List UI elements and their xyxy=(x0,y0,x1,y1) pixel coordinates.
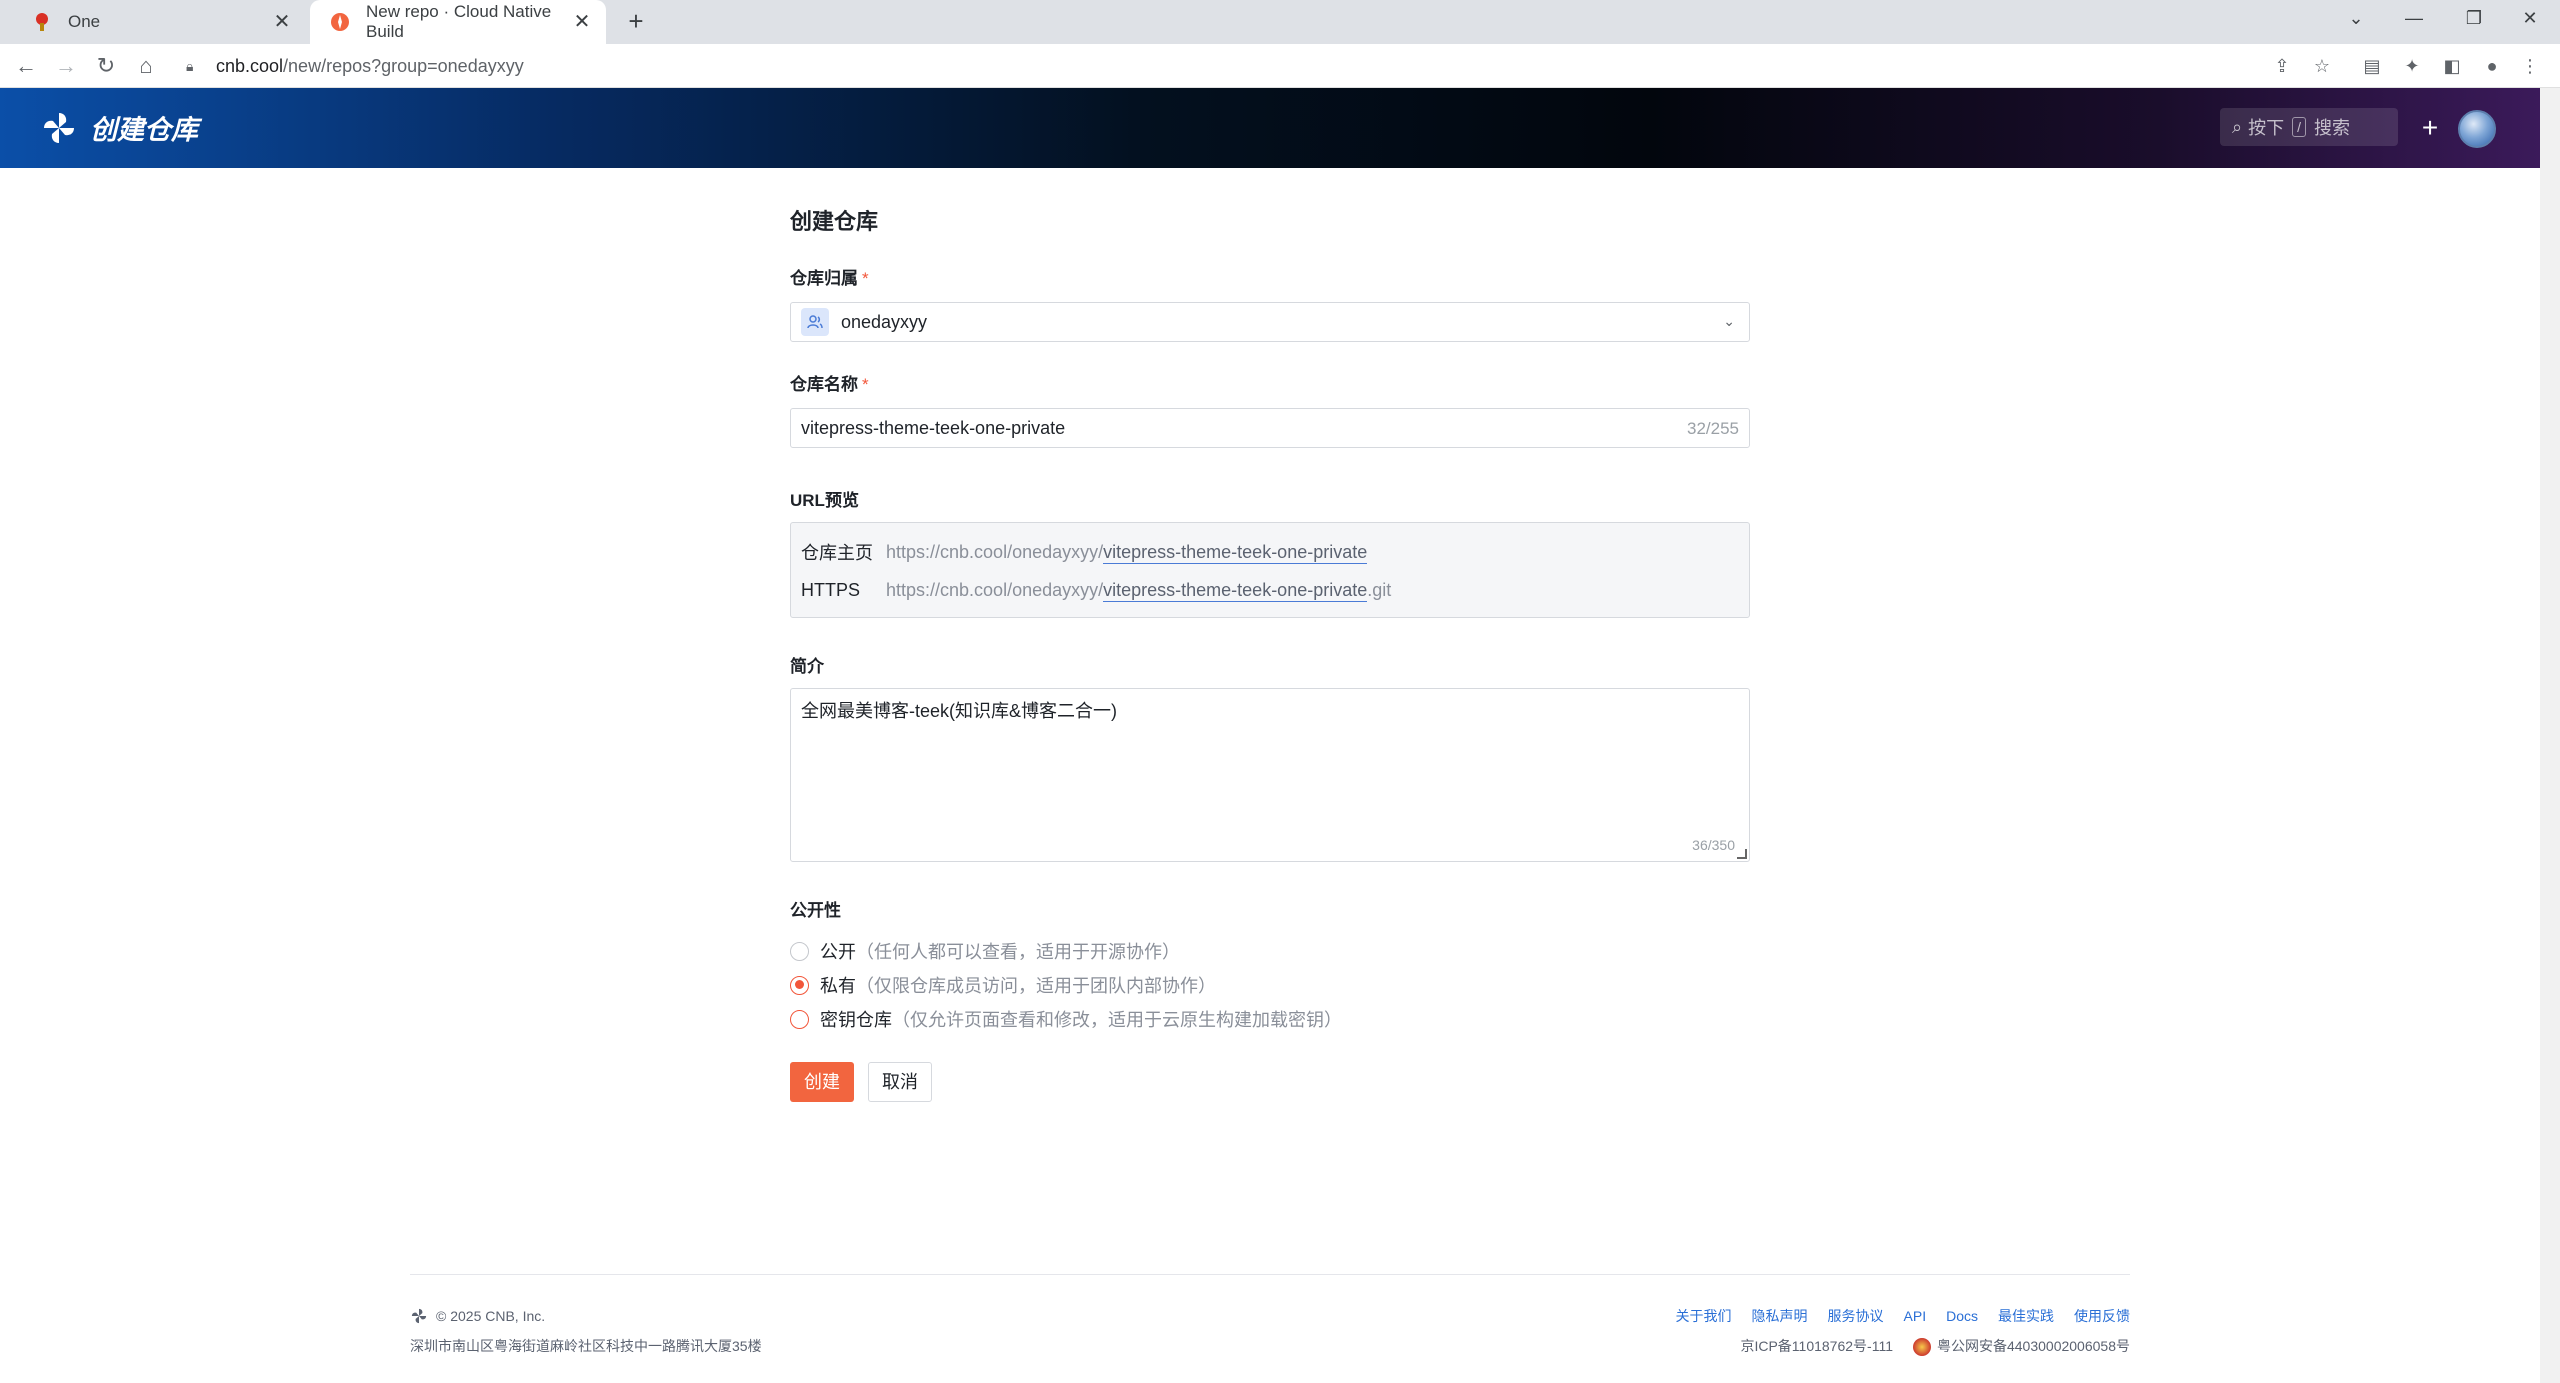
footer-link-terms[interactable]: 服务协议 xyxy=(1828,1306,1884,1326)
preview-git-ext: .git xyxy=(1367,579,1392,600)
resize-handle-icon[interactable] xyxy=(1737,849,1747,859)
bookmark-star-icon[interactable]: ☆ xyxy=(2310,54,2334,78)
footer-copyright: © 2025 CNB, Inc. xyxy=(436,1308,546,1324)
preview-base-url: https://cnb.cool/onedayxyy/ xyxy=(886,541,1104,562)
site-logo[interactable]: 创建仓库 xyxy=(40,108,198,147)
tab-close-icon[interactable]: ✕ xyxy=(570,10,594,34)
browser-menu-icon[interactable]: ⋮ xyxy=(2518,54,2542,78)
owner-value: onedayxyy xyxy=(841,311,928,332)
radio-icon[interactable] xyxy=(790,1009,809,1029)
preview-base-url: https://cnb.cool/onedayxyy/ xyxy=(886,579,1104,600)
footer-license: 京ICP备11018762号-111 粤公网安备44030002006058号 xyxy=(1676,1336,2130,1357)
description-value: 全网最美博客-teek(知识库&博客二合一) xyxy=(801,701,1118,721)
footer-right: 关于我们 隐私声明 服务协议 API Docs 最佳实践 使用反馈 京ICP备1… xyxy=(1676,1306,2130,1357)
page-title: 创建仓库 xyxy=(790,209,879,234)
preview-https-row: HTTPS https://cnb.cool/onedayxyy/vitepre… xyxy=(801,571,1739,609)
close-window-icon[interactable]: ✕ xyxy=(2500,0,2560,36)
site-header: 创建仓库 ⌕ 按下 / 搜索 + xyxy=(0,88,2540,168)
share-icon[interactable]: ⇪ xyxy=(2270,54,2294,78)
footer-icp[interactable]: 京ICP备11018762号-111 xyxy=(1740,1336,1893,1356)
search-suffix: 搜索 xyxy=(2313,118,2350,138)
footer-link-privacy[interactable]: 隐私声明 xyxy=(1752,1306,1808,1326)
cancel-button[interactable]: 取消 xyxy=(868,1062,932,1102)
owner-select[interactable]: onedayxyy ⌄ xyxy=(790,302,1750,342)
minimize-icon[interactable]: — xyxy=(2384,0,2444,36)
search-icon: ⌕ xyxy=(2232,116,2243,137)
cnb-logo-icon xyxy=(411,1308,427,1324)
back-arrow-icon[interactable]: ← xyxy=(12,52,40,80)
description-label: 简介 xyxy=(790,657,824,676)
browser-tab-new-repo[interactable]: New repo · Cloud Native Build ✕ xyxy=(310,0,606,44)
footer-address: 深圳市南山区粤海街道麻岭社区科技中一路腾讯大厦35楼 xyxy=(410,1338,762,1354)
repo-name-input[interactable]: vitepress-theme-teek-one-private 32/255 xyxy=(790,408,1750,448)
lock-icon: 🔒︎ xyxy=(186,58,194,74)
extensions-puzzle-icon[interactable]: ✦ xyxy=(2400,54,2424,78)
url-path: /new/repos?group=onedayxyy xyxy=(283,56,524,76)
description-textarea[interactable]: 全网最美博客-teek(知识库&博客二合一) 36/350 xyxy=(790,688,1750,862)
tab-title: One xyxy=(68,12,101,31)
name-label: 仓库名称 * xyxy=(790,375,869,394)
side-panel-icon[interactable]: ◧ xyxy=(2440,54,2464,78)
tab-search-chevron-icon[interactable]: ⌄ xyxy=(2326,0,2386,36)
search-prefix: 按下 xyxy=(2248,118,2285,138)
header-plus-icon[interactable]: + xyxy=(2414,110,2446,146)
create-button[interactable]: 创建 xyxy=(790,1062,854,1102)
footer-links: 关于我们 隐私声明 服务协议 API Docs 最佳实践 使用反馈 xyxy=(1676,1306,2130,1326)
preview-repo-name: vitepress-theme-teek-one-private xyxy=(1103,541,1368,564)
tab-title: New repo · Cloud Native Build xyxy=(366,2,552,41)
new-tab-plus-icon[interactable]: + xyxy=(622,8,650,36)
reload-icon[interactable]: ↻ xyxy=(92,52,120,80)
profile-icon[interactable]: ● xyxy=(2480,54,2504,78)
repo-name-value: vitepress-theme-teek-one-private xyxy=(801,417,1066,438)
footer-police[interactable]: 粤公网安备44030002006058号 xyxy=(1912,1336,2130,1357)
url-field[interactable]: 🔒︎ cnb.cool/new/repos?group=onedayxyy xyxy=(186,50,524,82)
owner-label: 仓库归属 * xyxy=(790,269,869,288)
url-preview-box: 仓库主页 https://cnb.cool/onedayxyy/vitepres… xyxy=(790,522,1750,618)
reading-list-icon[interactable]: ▤ xyxy=(2360,54,2384,78)
visibility-option-secret[interactable]: 密钥仓库 （仅允许页面查看和修改，适用于云原生构建加载密钥） xyxy=(790,1006,1342,1032)
footer-divider xyxy=(410,1274,2130,1275)
preview-home-key: 仓库主页 xyxy=(801,543,873,563)
tab-favicon-icon xyxy=(330,12,350,32)
repo-name-counter: 32/255 xyxy=(1687,419,1739,438)
search-shortcut-key: / xyxy=(2292,117,2306,137)
radio-icon[interactable] xyxy=(790,941,809,961)
forward-arrow-icon[interactable]: → xyxy=(52,52,80,80)
visibility-option-public[interactable]: 公开 （任何人都可以查看，适用于开源协作） xyxy=(790,938,1180,964)
footer-link-docs[interactable]: Docs xyxy=(1946,1308,1978,1324)
footer-left: © 2025 CNB, Inc. 深圳市南山区粤海街道麻岭社区科技中一路腾讯大厦… xyxy=(410,1306,762,1356)
address-bar-row: ← → ↻ ⌂ 🔒︎ cnb.cool/new/repos?group=oned… xyxy=(0,44,2560,88)
browser-tab-bar: One ✕ New repo · Cloud Native Build ✕ + … xyxy=(0,0,2560,44)
group-icon xyxy=(801,308,829,336)
tab-favicon-icon xyxy=(32,12,52,32)
description-counter: 36/350 xyxy=(1692,837,1735,853)
url-host: cnb.cool xyxy=(216,56,284,76)
restore-icon[interactable]: ❐ xyxy=(2444,0,2504,36)
radio-checked-icon[interactable] xyxy=(790,975,809,995)
user-avatar[interactable] xyxy=(2458,110,2496,148)
police-badge-icon xyxy=(1912,1338,1931,1357)
preview-repo-name: vitepress-theme-teek-one-private xyxy=(1103,579,1368,602)
header-search[interactable]: ⌕ 按下 / 搜索 xyxy=(2220,108,2398,146)
home-icon[interactable]: ⌂ xyxy=(132,52,160,80)
preview-https-key: HTTPS xyxy=(801,579,861,600)
browser-tab-one[interactable]: One ✕ xyxy=(12,0,306,44)
chevron-down-icon: ⌄ xyxy=(1723,313,1735,329)
url-preview-label: URL预览 xyxy=(790,491,859,510)
footer-link-feedback[interactable]: 使用反馈 xyxy=(2074,1306,2130,1326)
footer-link-best-practices[interactable]: 最佳实践 xyxy=(1998,1306,2054,1326)
preview-home-row: 仓库主页 https://cnb.cool/onedayxyy/vitepres… xyxy=(801,533,1739,571)
footer-link-api[interactable]: API xyxy=(1904,1308,1927,1324)
tab-close-icon[interactable]: ✕ xyxy=(270,10,294,34)
visibility-option-private[interactable]: 私有 （仅限仓库成员访问，适用于团队内部协作） xyxy=(790,972,1216,998)
cnb-logo-icon xyxy=(44,112,74,143)
page-scrollbar[interactable] xyxy=(2540,88,2560,1383)
visibility-label: 公开性 xyxy=(790,901,841,920)
footer-link-about[interactable]: 关于我们 xyxy=(1676,1306,1732,1326)
header-brand-title: 创建仓库 xyxy=(90,115,198,145)
